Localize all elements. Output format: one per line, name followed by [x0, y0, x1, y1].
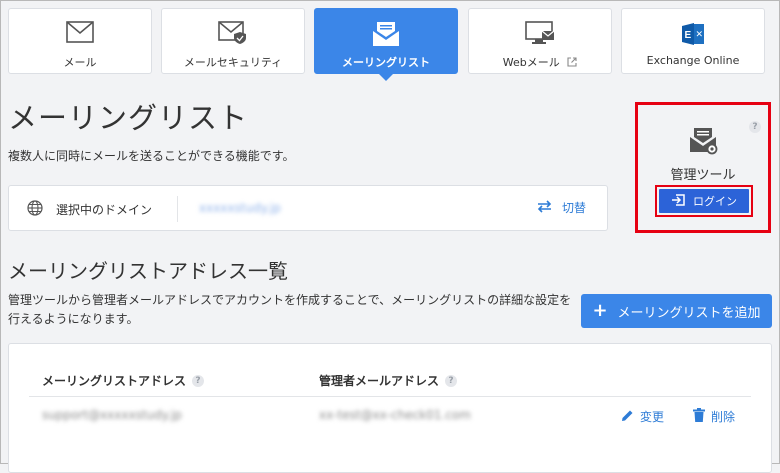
domain-selector: 選択中のドメイン xxxxxstudy.jp 切替	[8, 185, 608, 231]
tab-exchange-online[interactable]: E ✕ Exchange Online	[621, 8, 765, 74]
service-tabs: メール メールセキュリティ メーリングリスト Webメール E ✕ Exchang…	[8, 8, 772, 81]
webmail-icon	[469, 21, 611, 45]
tab-webmail[interactable]: Webメール	[468, 8, 612, 74]
mailing-list-table: メーリングリストアドレス ? 管理者メールアドレス ? support@xxxx…	[8, 343, 772, 473]
admin-address: xx-test@xx-check01.com	[319, 408, 471, 422]
section-title: メーリングリストアドレス一覧	[8, 259, 288, 283]
help-icon[interactable]: ?	[445, 374, 458, 387]
switch-label: 切替	[562, 201, 587, 215]
column-header-admin: 管理者メールアドレス ?	[319, 372, 458, 389]
header-label: メーリングリストアドレス	[42, 374, 187, 388]
swap-arrows-icon	[537, 199, 552, 216]
edit-button[interactable]: 変更	[621, 408, 664, 425]
tab-label: Webメール	[502, 56, 560, 69]
trash-icon	[693, 408, 705, 425]
globe-icon	[27, 200, 43, 220]
domain-value: xxxxxstudy.jp	[199, 201, 281, 215]
tab-label: メーリングリスト	[342, 56, 430, 69]
pencil-icon	[621, 409, 634, 425]
switch-domain-button[interactable]: 切替	[537, 199, 586, 216]
svg-text:E: E	[685, 30, 692, 41]
admin-tool-panel: ? 管理ツール ログイン	[635, 102, 771, 233]
svg-text:✕: ✕	[696, 29, 704, 39]
page-description: 複数人に同時にメールを送ることができる機能です。	[8, 149, 295, 163]
column-header-address: メーリングリストアドレス ?	[42, 372, 205, 389]
page-title: メーリングリスト	[8, 101, 249, 135]
admin-tool-label: 管理ツール	[670, 168, 736, 183]
tab-label: メール	[63, 56, 97, 69]
admin-tool-icon	[690, 127, 718, 159]
section-description: 管理ツールから管理者メールアドレスでアカウントを作成することで、メーリングリスト…	[8, 293, 572, 326]
tab-mailing-list[interactable]: メーリングリスト	[314, 8, 458, 81]
tab-label: Exchange Online	[646, 54, 740, 67]
list-address: support@xxxxxstudy.jp	[42, 408, 182, 422]
tab-mail-security[interactable]: メールセキュリティ	[161, 8, 305, 74]
mail-security-icon	[162, 21, 304, 45]
login-icon	[671, 193, 685, 209]
header-label: 管理者メールアドレス	[319, 374, 440, 388]
external-link-icon	[567, 57, 577, 70]
exchange-icon: E ✕	[622, 21, 764, 45]
mailing-list-icon	[315, 21, 457, 46]
delete-button[interactable]: 削除	[693, 408, 735, 425]
add-mailing-list-button[interactable]: + メーリングリストを追加	[581, 294, 772, 328]
add-button-label: メーリングリストを追加	[617, 305, 761, 321]
divider	[29, 396, 751, 397]
help-icon[interactable]: ?	[749, 114, 761, 133]
login-label: ログイン	[693, 195, 737, 208]
login-button[interactable]: ログイン	[659, 189, 749, 213]
domain-label: 選択中のドメイン	[56, 203, 153, 217]
delete-label: 削除	[711, 410, 736, 424]
plus-icon: +	[592, 300, 608, 321]
edit-label: 変更	[640, 410, 665, 424]
tab-mail[interactable]: メール	[8, 8, 152, 74]
divider	[177, 196, 178, 222]
help-icon[interactable]: ?	[192, 374, 205, 387]
mail-icon	[9, 21, 151, 45]
login-highlight: ログイン	[655, 185, 753, 217]
tab-label-group: Webメール	[469, 54, 611, 70]
tab-label: メールセキュリティ	[183, 56, 283, 69]
